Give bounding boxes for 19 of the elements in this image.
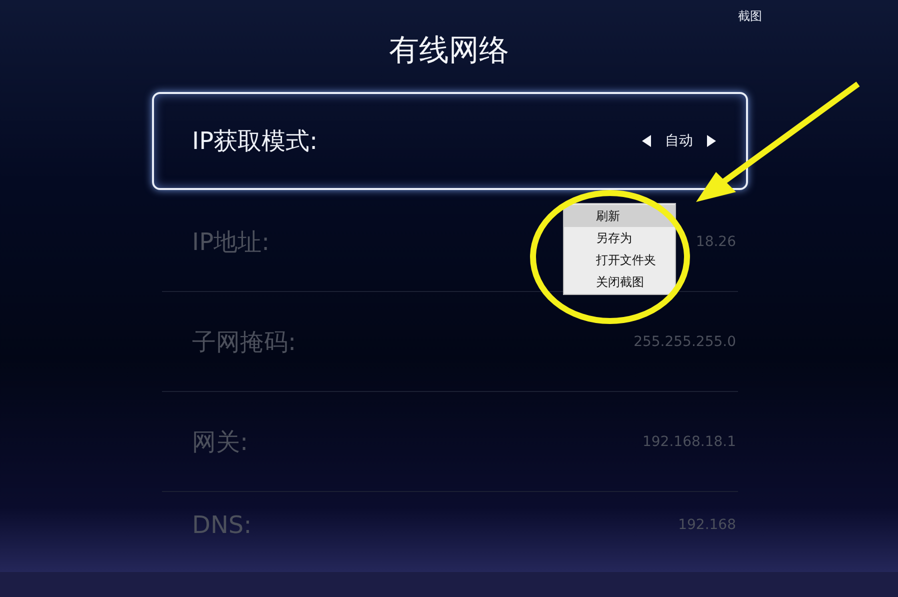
setting-value: 18.26 [696, 234, 736, 250]
menu-item[interactable]: 刷新 [564, 205, 675, 227]
menu-item[interactable]: 另存为 [564, 227, 675, 249]
setting-label: 网关: [192, 426, 248, 458]
left-triangle-icon[interactable] [642, 135, 651, 147]
setting-label: IP获取模式: [192, 126, 318, 157]
setting-value: 255.255.255.0 [634, 334, 736, 350]
menu-item[interactable]: 关闭截图 [564, 271, 675, 293]
setting-value: 192.168 [678, 517, 736, 533]
setting-value: 192.168.18.1 [642, 434, 736, 450]
setting-value: 自动 [665, 132, 693, 150]
page-title: 有线网络 [389, 32, 509, 70]
menu-item[interactable]: 打开文件夹 [564, 249, 675, 271]
setting-label: 子网掩码: [192, 326, 296, 358]
right-triangle-icon[interactable] [707, 135, 716, 147]
screenshot-label[interactable]: 截图 [738, 8, 762, 24]
setting-label: IP地址: [192, 226, 270, 258]
settings-row[interactable]: IP获取模式: 自动 [152, 92, 748, 190]
setting-label: DNS: [192, 511, 252, 539]
